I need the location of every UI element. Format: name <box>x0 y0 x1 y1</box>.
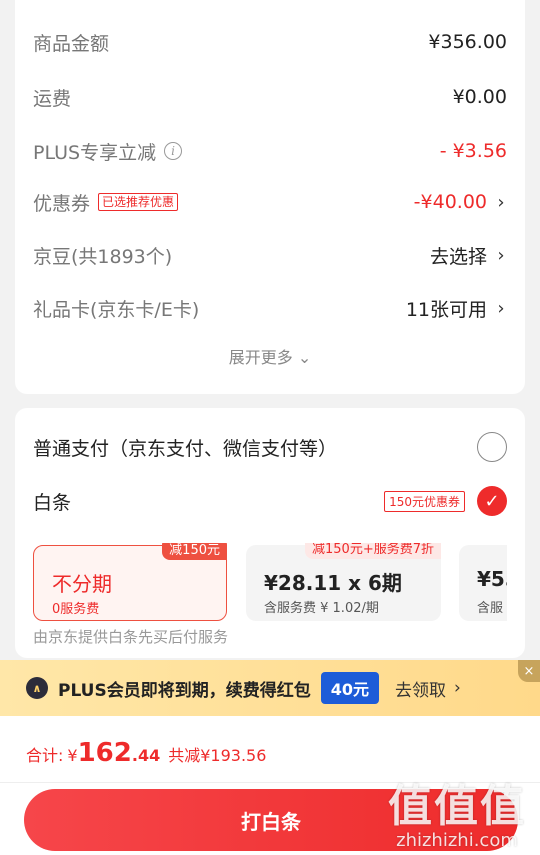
watermark-url: zhizhizhi.com <box>396 830 518 851</box>
expand-more-button[interactable]: 展开更多 ⌄ <box>15 344 525 368</box>
plan-badge: 减150元+服务费7折 <box>305 543 441 559</box>
total-decimal: .44 <box>131 746 161 765</box>
plus-claim-button[interactable]: 去领取 <box>395 676 446 701</box>
total-integer: 162 <box>77 738 132 768</box>
baitiao-coupon-tag: 150元优惠券 <box>384 490 465 512</box>
installment-plans: 减150元 不分期 0服务费 减150元+服务费7折 ¥28.11 x 6期 含… <box>33 543 507 623</box>
shipping-label: 运费 <box>33 87 72 110</box>
shipping-value: ¥0.00 <box>452 86 507 108</box>
baitiao-option[interactable]: 白条 150元优惠券 ✓ <box>33 486 507 516</box>
shipping-row: 运费 ¥0.00 <box>33 80 507 114</box>
goods-amount-label: 商品金额 <box>33 32 110 55</box>
jd-beans-value: 去选择 <box>429 245 487 268</box>
chevron-down-icon: ⌄ <box>297 348 312 367</box>
plan-title: 不分期 <box>52 572 112 596</box>
goods-amount-row: 商品金额 ¥356.00 <box>33 25 507 59</box>
total-currency: ¥ <box>67 746 78 765</box>
gift-card-label: 礼品卡(京东卡/E卡) <box>33 298 200 321</box>
gift-card-row[interactable]: 礼品卡(京东卡/E卡) 11张可用 › <box>33 291 507 325</box>
gift-card-value: 11张可用 <box>405 298 487 321</box>
baitiao-radio-checked[interactable]: ✓ <box>477 486 507 516</box>
plus-red-packet-amount: 40元 <box>320 672 380 704</box>
plan-more-installments[interactable]: ¥55 含服 <box>459 545 507 621</box>
plus-discount-value: - ¥3.56 <box>439 140 507 162</box>
plan-sub: 含服 <box>477 601 504 616</box>
site-watermark: 值值值 zhizhizhi.com <box>388 770 526 851</box>
expand-more-label: 展开更多 <box>228 348 293 367</box>
chevron-right-icon: › <box>497 297 505 319</box>
chevron-right-icon: › <box>497 244 505 266</box>
close-icon[interactable]: × <box>518 660 540 682</box>
info-icon[interactable]: i <box>164 142 183 160</box>
coupon-row[interactable]: 优惠券 已选推荐优惠 -¥40.00 › <box>33 185 507 219</box>
jd-beans-label: 京豆(共1893个) <box>33 245 173 268</box>
plan-title: ¥28.11 x 6期 <box>264 571 402 595</box>
chevron-right-icon: › <box>454 678 461 698</box>
plus-discount-label: PLUS专享立减 <box>33 141 157 164</box>
plan-badge: 减150元 <box>162 543 227 560</box>
coupon-label: 优惠券 <box>33 192 91 215</box>
provider-note: 由京东提供白条先买后付服务 <box>33 628 229 646</box>
plus-banner-text: PLUS会员即将到期，续费得红包 <box>58 680 311 701</box>
plan-6-installments[interactable]: 减150元+服务费7折 ¥28.11 x 6期 含服务费 ¥ 1.02/期 <box>246 543 441 621</box>
chevron-right-icon: › <box>497 191 505 213</box>
coupon-value: -¥40.00 <box>413 191 487 213</box>
order-total: 合计: ¥ 162 .44 共减¥193.56 <box>26 738 266 768</box>
plus-logo-icon: ∧ <box>26 677 48 699</box>
plan-sub: 含服务费 ¥ 1.02/期 <box>264 601 379 616</box>
plan-sub: 0服务费 <box>52 602 100 617</box>
normal-payment-radio[interactable] <box>477 432 507 462</box>
baitiao-label: 白条 <box>33 491 72 514</box>
check-icon: ✓ <box>484 490 500 512</box>
payment-method-card: 普通支付（京东支付、微信支付等） 白条 150元优惠券 ✓ 减150元 不分期 … <box>15 408 525 658</box>
order-summary-card: 商品金额 ¥356.00 运费 ¥0.00 PLUS专享立减 i - ¥3.56… <box>15 0 525 394</box>
normal-payment-label: 普通支付（京东支付、微信支付等） <box>33 437 338 460</box>
recommended-coupon-tag: 已选推荐优惠 <box>98 193 179 211</box>
total-label: 合计: <box>26 746 64 765</box>
plus-renewal-banner[interactable]: ∧ PLUS会员即将到期，续费得红包 40元 去领取 › × <box>0 660 540 716</box>
plan-title: ¥55 <box>477 567 507 591</box>
plus-discount-row: PLUS专享立减 i - ¥3.56 <box>33 134 507 168</box>
jd-beans-row[interactable]: 京豆(共1893个) 去选择 › <box>33 238 507 272</box>
plan-no-installment[interactable]: 减150元 不分期 0服务费 <box>33 543 227 621</box>
watermark-logo: 值值值 <box>388 781 526 832</box>
total-saved: 共减¥193.56 <box>168 746 267 765</box>
goods-amount-value: ¥356.00 <box>428 31 507 53</box>
normal-payment-option[interactable]: 普通支付（京东支付、微信支付等） <box>33 432 507 462</box>
